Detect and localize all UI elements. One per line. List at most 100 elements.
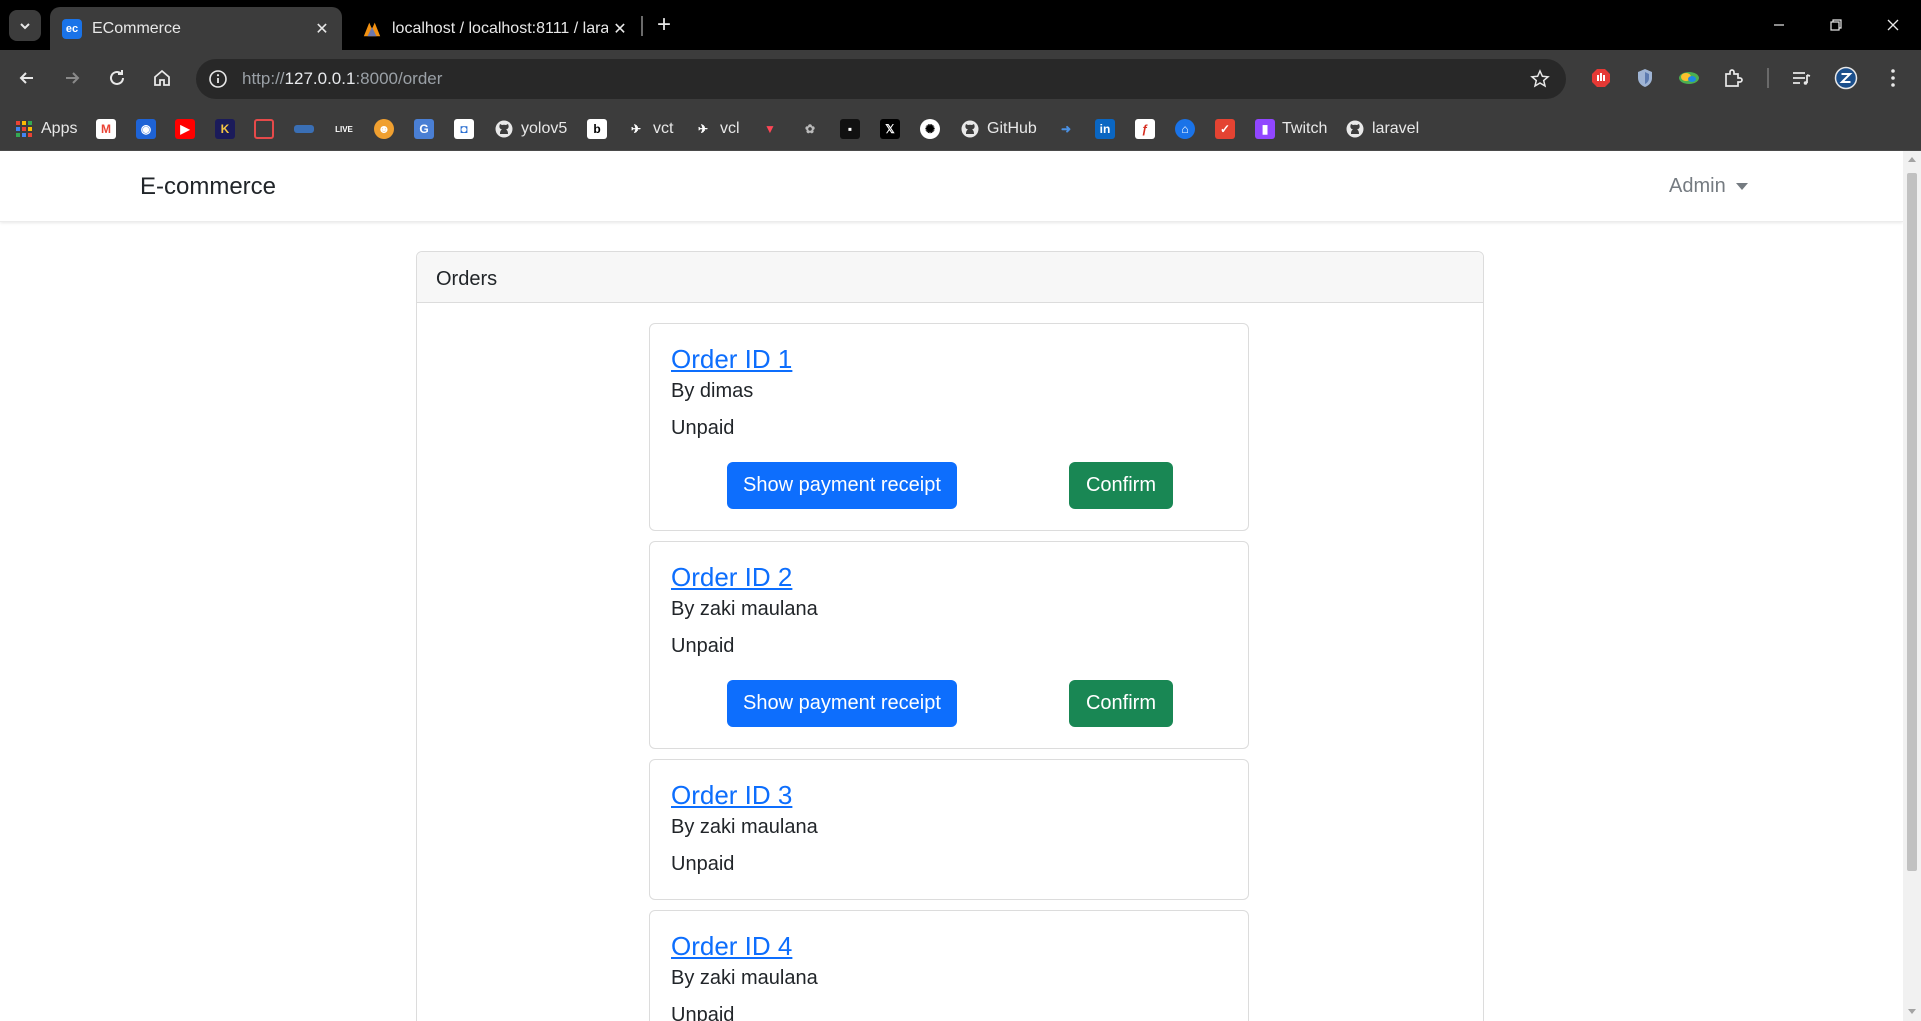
- bookmark-label: Apps: [41, 120, 78, 137]
- confirm-button[interactable]: Confirm: [1069, 680, 1173, 727]
- reload-icon: [110, 70, 124, 85]
- admin-dropdown[interactable]: Admin: [1669, 175, 1748, 198]
- scroll-up-arrow-icon[interactable]: [1908, 157, 1916, 162]
- order-customer: By dimas: [671, 380, 754, 402]
- apps-grid-icon: [16, 121, 32, 137]
- bookmark-translate[interactable]: G: [414, 116, 434, 142]
- app-icon: [294, 125, 314, 133]
- scroll-down-arrow-icon[interactable]: [1908, 1009, 1916, 1014]
- bookmark-gray-app[interactable]: ✿: [800, 116, 820, 142]
- bookmark-label: laravel: [1372, 120, 1420, 137]
- close-icon[interactable]: ✕: [310, 17, 334, 41]
- bookmark-vcl[interactable]: ✈ vcl: [693, 116, 740, 142]
- tab-phpmyadmin[interactable]: localhost / localhost:8111 / lara ✕: [350, 7, 640, 50]
- colorful-extension-icon[interactable]: [1674, 63, 1704, 93]
- close-icon[interactable]: ✕: [608, 17, 632, 41]
- back-button[interactable]: [10, 61, 44, 95]
- tab-ecommerce[interactable]: ec ECommerce ✕: [50, 7, 342, 50]
- arrow-left-icon: [19, 72, 33, 84]
- restore-button[interactable]: [1807, 0, 1864, 50]
- bookmark-stack[interactable]: ƒ: [1135, 116, 1155, 142]
- bookmark-star-icon[interactable]: [1526, 65, 1554, 93]
- browser-titlebar: ec ECommerce ✕ localhost / localhost:811…: [0, 0, 1921, 50]
- chatgpt-icon: ✺: [920, 119, 940, 139]
- order-customer: By zaki maulana: [671, 967, 818, 989]
- adblock-extension-icon[interactable]: [1586, 63, 1616, 93]
- twitch-icon: ▮: [1255, 119, 1275, 139]
- reload-button[interactable]: [100, 61, 134, 95]
- bookmark-yolov5[interactable]: yolov5: [494, 116, 567, 142]
- address-bar[interactable]: http://127.0.0.1:8000/order: [196, 59, 1566, 99]
- x-logo-icon: 𝕏: [880, 119, 900, 139]
- app-icon: ⌂: [1175, 119, 1195, 139]
- close-window-button[interactable]: [1864, 0, 1921, 50]
- admin-label: Admin: [1669, 175, 1726, 197]
- confirm-button[interactable]: Confirm: [1069, 462, 1173, 509]
- bookmark-mascot[interactable]: ☻: [374, 116, 394, 142]
- github-icon: [1346, 120, 1364, 138]
- bookmark-valorant[interactable]: ▼: [760, 116, 780, 142]
- ec-logo-icon: ec: [62, 18, 82, 39]
- bookmark-apps[interactable]: Apps: [14, 116, 77, 142]
- instagram-icon: ◘: [454, 119, 474, 139]
- bookmark-x[interactable]: 𝕏: [880, 116, 900, 142]
- bookmark-label: vcl: [720, 120, 740, 137]
- gmail-icon: M: [96, 119, 116, 139]
- show-payment-receipt-button[interactable]: Show payment receipt: [727, 680, 957, 727]
- home-icon: [154, 69, 170, 86]
- youtube-icon: ▶: [175, 119, 195, 139]
- bookmark-bar-app[interactable]: [294, 116, 314, 142]
- page-scrollbar[interactable]: [1903, 151, 1921, 1021]
- bookmark-k[interactable]: K: [215, 116, 235, 142]
- bookmark-red-app[interactable]: [254, 116, 274, 142]
- bookmark-chatgpt[interactable]: ✺: [920, 116, 940, 142]
- minimize-button[interactable]: [1750, 0, 1807, 50]
- bookmark-youtube[interactable]: ▶: [175, 116, 195, 142]
- tab-title: ECommerce: [92, 19, 181, 37]
- order-link[interactable]: Order ID 4: [671, 931, 792, 962]
- bookmark-linkedin[interactable]: in: [1095, 116, 1115, 142]
- bookmark-blue-app[interactable]: ◉: [136, 116, 156, 142]
- bookmarks-bar: Apps M ◉ ▶ K LIVE ☻ G ◘ yolov5 b ✈ vct ✈…: [0, 107, 1921, 151]
- url-text[interactable]: http://127.0.0.1:8000/order: [242, 69, 442, 89]
- bookmark-live[interactable]: LIVE: [334, 116, 354, 142]
- bookmark-b[interactable]: b: [587, 116, 607, 142]
- bookmark-twitch[interactable]: ▮ Twitch: [1255, 116, 1327, 142]
- show-payment-receipt-button[interactable]: Show payment receipt: [727, 462, 957, 509]
- bookmark-github[interactable]: GitHub: [960, 116, 1037, 142]
- home-button[interactable]: [145, 61, 179, 95]
- order-link[interactable]: Order ID 2: [671, 562, 792, 593]
- extensions-puzzle-icon[interactable]: [1718, 63, 1748, 93]
- profile-avatar-icon[interactable]: [1831, 63, 1861, 93]
- app-icon: [254, 119, 274, 139]
- tab-title: localhost / localhost:8111 / lara: [392, 19, 608, 37]
- order-link[interactable]: Order ID 1: [671, 344, 792, 375]
- bookmark-todoist[interactable]: ✓: [1215, 116, 1235, 142]
- order-status: Unpaid: [671, 635, 735, 657]
- new-tab-button[interactable]: +: [650, 11, 678, 39]
- bookmark-label: yolov5: [521, 120, 568, 137]
- bookmark-arrow-app[interactable]: ➜: [1056, 116, 1076, 142]
- bookmark-blue-circle[interactable]: ⌂: [1175, 116, 1195, 142]
- toolbar-separator: [1767, 68, 1769, 88]
- shield-extension-icon[interactable]: [1630, 63, 1660, 93]
- bookmark-vct[interactable]: ✈ vct: [626, 116, 673, 142]
- restore-icon: [1829, 19, 1842, 31]
- close-icon: [1887, 19, 1898, 31]
- github-icon: [495, 120, 513, 138]
- b-logo-icon: b: [587, 119, 607, 139]
- bookmark-dark-app[interactable]: ▪: [840, 116, 860, 142]
- bookmark-instagram[interactable]: ◘: [454, 116, 474, 142]
- forward-button[interactable]: [55, 61, 89, 95]
- kebab-menu-icon[interactable]: [1878, 63, 1908, 93]
- tab-search-button[interactable]: [9, 10, 41, 41]
- scroll-thumb[interactable]: [1907, 173, 1917, 871]
- tab-separator: [641, 16, 643, 36]
- k-logo-icon: K: [215, 119, 235, 139]
- bookmark-laravel[interactable]: laravel: [1345, 116, 1419, 142]
- site-info-icon[interactable]: [204, 65, 232, 93]
- order-link[interactable]: Order ID 3: [671, 780, 792, 811]
- media-controls-icon[interactable]: [1786, 63, 1816, 93]
- bookmark-gmail[interactable]: M: [96, 116, 116, 142]
- brand-link[interactable]: E-commerce: [140, 173, 276, 201]
